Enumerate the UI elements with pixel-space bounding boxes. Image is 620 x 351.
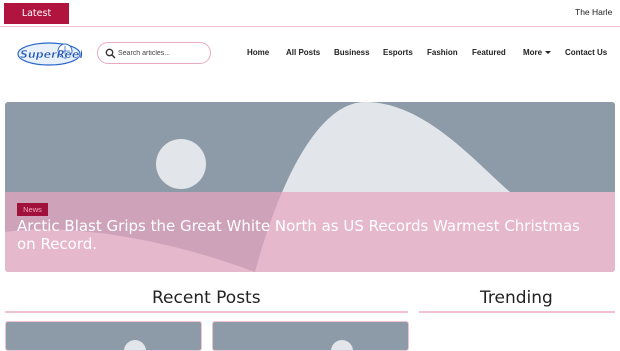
nav-more[interactable]: More bbox=[523, 48, 552, 57]
card-image-placeholder bbox=[331, 340, 353, 350]
card-image-placeholder bbox=[124, 340, 146, 350]
latest-update-label[interactable]: Latest Update bbox=[4, 3, 69, 40]
category-badge[interactable]: News bbox=[17, 203, 48, 216]
recent-posts-heading: Recent Posts bbox=[152, 288, 261, 308]
post-card[interactable] bbox=[5, 321, 202, 351]
nav-business[interactable]: Business bbox=[334, 48, 370, 57]
post-card[interactable] bbox=[212, 321, 409, 351]
recent-posts-divider bbox=[5, 311, 408, 313]
hero-post-title[interactable]: Arctic Blast Grips the Great White North… bbox=[17, 217, 587, 253]
main-nav: Home All Posts Business Esports Fashion … bbox=[0, 48, 620, 60]
trending-heading: Trending bbox=[480, 288, 553, 308]
nav-home[interactable]: Home bbox=[247, 48, 269, 57]
top-bar: Latest Update The Harle bbox=[0, 0, 620, 40]
trending-divider bbox=[419, 311, 615, 313]
nav-contact-us[interactable]: Contact Us bbox=[565, 48, 607, 57]
site-header: SuperReel Home All Posts Business Esport… bbox=[0, 28, 620, 78]
nav-featured[interactable]: Featured bbox=[472, 48, 506, 57]
caret-down-icon bbox=[545, 51, 552, 54]
nav-fashion[interactable]: Fashion bbox=[427, 48, 458, 57]
nav-more-label: More bbox=[523, 48, 543, 57]
nav-esports[interactable]: Esports bbox=[383, 48, 413, 57]
featured-post-hero[interactable]: News Arctic Blast Grips the Great White … bbox=[5, 102, 615, 272]
news-ticker[interactable]: The Harle bbox=[575, 7, 612, 17]
nav-all-posts[interactable]: All Posts bbox=[286, 48, 320, 57]
